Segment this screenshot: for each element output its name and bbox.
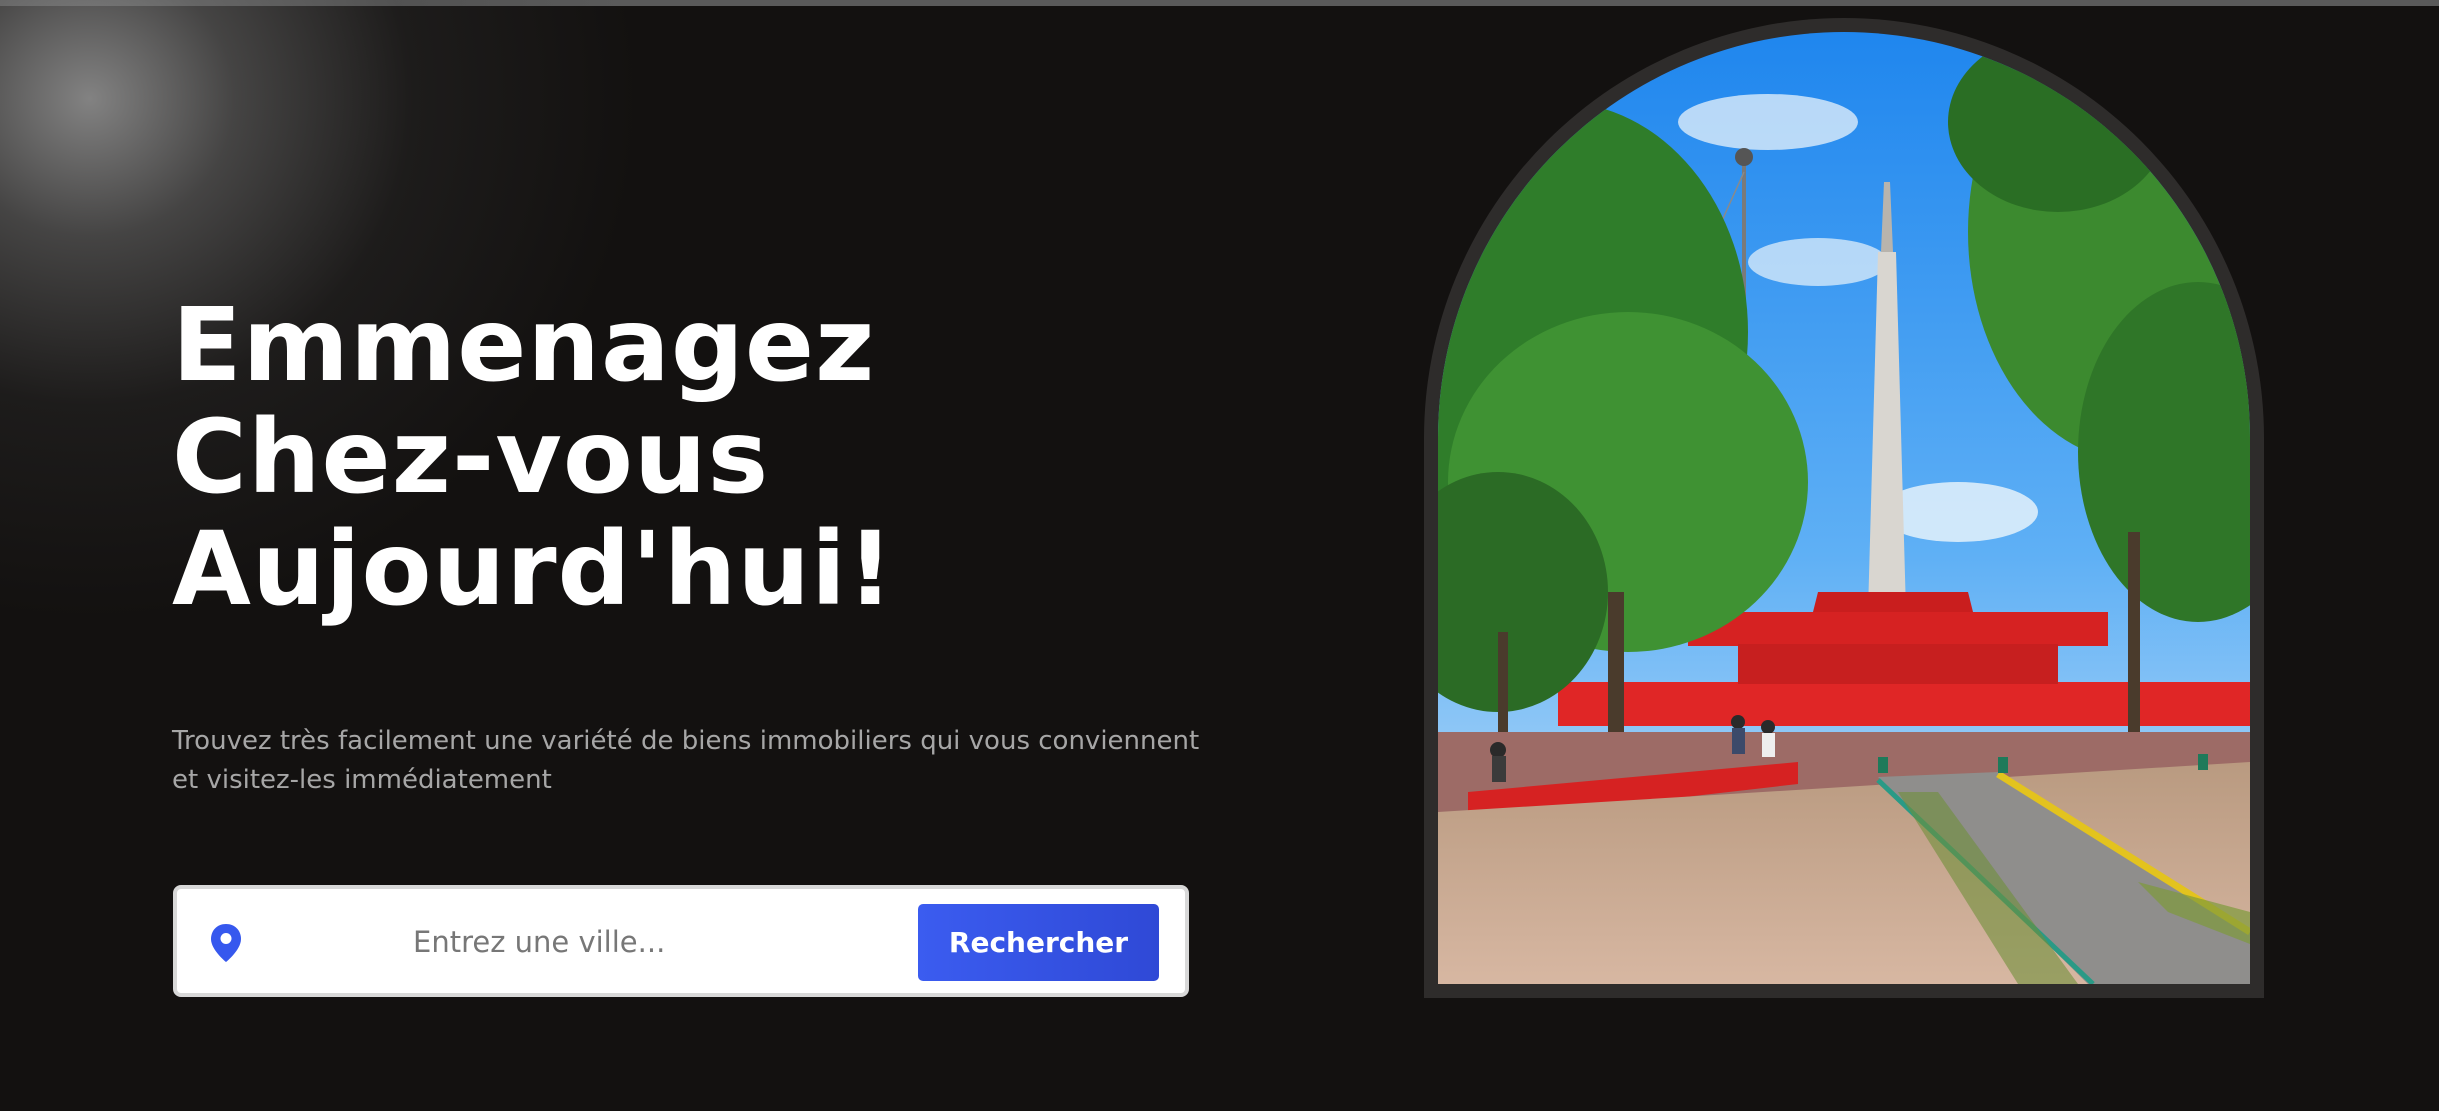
hero-title-line-2: Chez-vous (172, 398, 770, 517)
hero-title-line-3: Aujourd'hui! (172, 510, 895, 629)
search-button[interactable]: Rechercher (918, 904, 1159, 981)
city-search-bar: Rechercher (173, 885, 1189, 997)
city-search-input[interactable] (307, 911, 927, 973)
hero-title: Emmenagez Chez-vous Aujourd'hui! (172, 290, 894, 626)
landing-page: Emmenagez Chez-vous Aujourd'hui! Trouvez… (0, 0, 2439, 1111)
location-pin-icon (209, 923, 243, 963)
monument-park-photo (1438, 32, 2250, 984)
hero-title-line-1: Emmenagez (172, 286, 876, 405)
arch-image-frame (1424, 18, 2264, 998)
hero-subtitle: Trouvez très facilement une variété de b… (172, 726, 1200, 795)
